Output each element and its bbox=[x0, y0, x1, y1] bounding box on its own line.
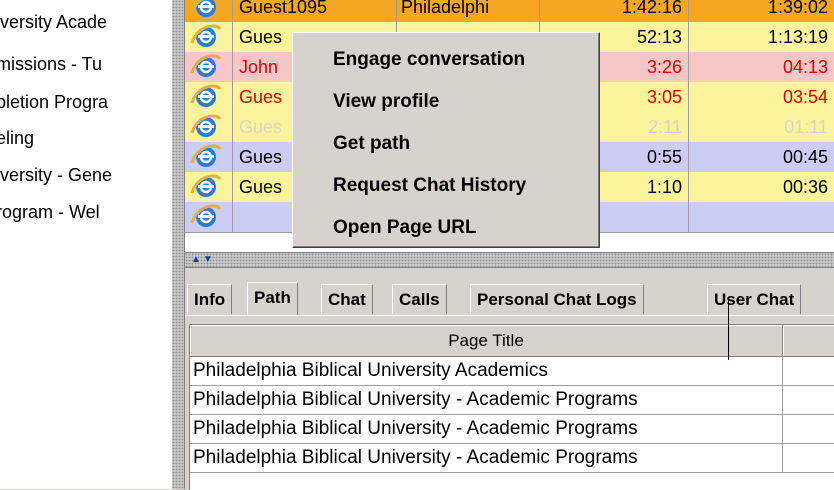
visitor-time-on-page: 03:54 bbox=[782, 87, 828, 107]
detail-tabs: Info Path Chat Calls Personal Chat Logs … bbox=[185, 282, 834, 316]
menu-item-open-page-url[interactable]: Open Page URL bbox=[333, 211, 477, 245]
path-row[interactable]: Philadelphia Biblical University Academi… bbox=[190, 357, 834, 386]
path-page-title: Philadelphia Biblical University Academi… bbox=[190, 357, 783, 386]
left-list-item[interactable]: iversity - Gene bbox=[0, 161, 112, 189]
detail-panel: Info Path Chat Calls Personal Chat Logs … bbox=[185, 268, 834, 490]
internet-explorer-icon bbox=[190, 204, 222, 227]
horizontal-splitter[interactable]: ▲▼ bbox=[185, 252, 834, 268]
visitor-location: Philadelphi bbox=[397, 0, 540, 22]
tab-divider bbox=[185, 315, 834, 316]
vertical-splitter[interactable] bbox=[172, 0, 185, 489]
visitor-time-on-page: 1:39:02 bbox=[767, 0, 828, 17]
path-extra-cell bbox=[783, 386, 834, 415]
visitor-time-on-page: 04:13 bbox=[782, 57, 828, 77]
context-menu: Engage conversation View profile Get pat… bbox=[292, 32, 600, 248]
browser-cell bbox=[185, 0, 233, 22]
internet-explorer-icon bbox=[190, 24, 222, 47]
left-list-item[interactable]: iversity Acade bbox=[0, 8, 107, 36]
path-row[interactable]: Philadelphia Biblical University - Acade… bbox=[190, 415, 834, 444]
tab-path[interactable]: Path bbox=[247, 282, 298, 316]
internet-explorer-icon bbox=[190, 54, 222, 77]
path-page-title: Philadelphia Biblical University - Acade… bbox=[190, 415, 783, 444]
path-page-title: Philadelphia Biblical University - Acade… bbox=[190, 386, 783, 415]
path-row[interactable]: Philadelphia Biblical University - Acade… bbox=[190, 386, 834, 415]
column-resize-guide bbox=[728, 300, 729, 360]
collapse-expand-arrows-icon[interactable]: ▲▼ bbox=[191, 254, 215, 265]
internet-explorer-icon bbox=[190, 174, 222, 197]
browser-cell bbox=[185, 112, 233, 142]
menu-item-engage-conversation[interactable]: Engage conversation bbox=[333, 43, 525, 77]
menu-item-get-path[interactable]: Get path bbox=[333, 127, 410, 161]
browser-cell bbox=[185, 142, 233, 172]
visitor-row[interactable]: Guest1095 Philadelphi 1:42:16 1:39:02 bbox=[185, 0, 834, 23]
visitor-time-on-page: 00:45 bbox=[782, 147, 828, 167]
path-table-header[interactable]: Page Title bbox=[190, 325, 783, 357]
path-extra-cell bbox=[783, 444, 834, 473]
path-table: Page Title Philadelphia Biblical Univers… bbox=[189, 324, 834, 490]
menu-item-request-chat-history[interactable]: Request Chat History bbox=[333, 169, 526, 203]
visitor-time-on-page bbox=[689, 202, 834, 232]
internet-explorer-icon bbox=[190, 114, 222, 137]
browser-cell bbox=[185, 172, 233, 202]
browser-cell bbox=[185, 82, 233, 112]
visitor-time-on-page: 1:13:19 bbox=[767, 27, 828, 47]
path-extra-cell bbox=[783, 415, 834, 444]
browser-cell bbox=[185, 22, 233, 52]
browser-cell bbox=[185, 52, 233, 82]
path-table-header-extra[interactable] bbox=[783, 325, 834, 357]
path-extra-cell bbox=[783, 357, 834, 386]
visitor-time-on-page: 00:36 bbox=[782, 177, 828, 197]
browser-cell bbox=[185, 202, 233, 232]
left-list-item[interactable]: missions - Tu bbox=[0, 50, 102, 78]
visitor-time-on-site: 1:42:16 bbox=[540, 0, 689, 22]
internet-explorer-icon bbox=[190, 84, 222, 107]
tab-personal-chat-logs[interactable]: Personal Chat Logs bbox=[470, 284, 644, 314]
tab-chat[interactable]: Chat bbox=[321, 284, 373, 314]
left-page-list: iversity Acade missions - Tu pletion Pro… bbox=[0, 0, 173, 489]
internet-explorer-icon bbox=[190, 0, 219, 17]
left-list-item[interactable]: rogram - Wel bbox=[0, 198, 100, 226]
tab-info[interactable]: Info bbox=[187, 284, 233, 314]
tab-calls[interactable]: Calls bbox=[392, 284, 447, 314]
path-page-title: Philadelphia Biblical University - Acade… bbox=[190, 444, 783, 473]
left-list-item[interactable]: eling bbox=[0, 124, 34, 152]
visitor-name: Guest1095 bbox=[233, 0, 397, 22]
menu-item-view-profile[interactable]: View profile bbox=[333, 85, 439, 119]
tab-user-chat[interactable]: User Chat bbox=[707, 284, 802, 314]
visitor-time-on-page: 01:11 bbox=[784, 117, 828, 137]
path-row[interactable]: Philadelphia Biblical University - Acade… bbox=[190, 444, 834, 473]
internet-explorer-icon bbox=[190, 144, 222, 167]
left-list-item[interactable]: pletion Progra bbox=[0, 88, 108, 116]
